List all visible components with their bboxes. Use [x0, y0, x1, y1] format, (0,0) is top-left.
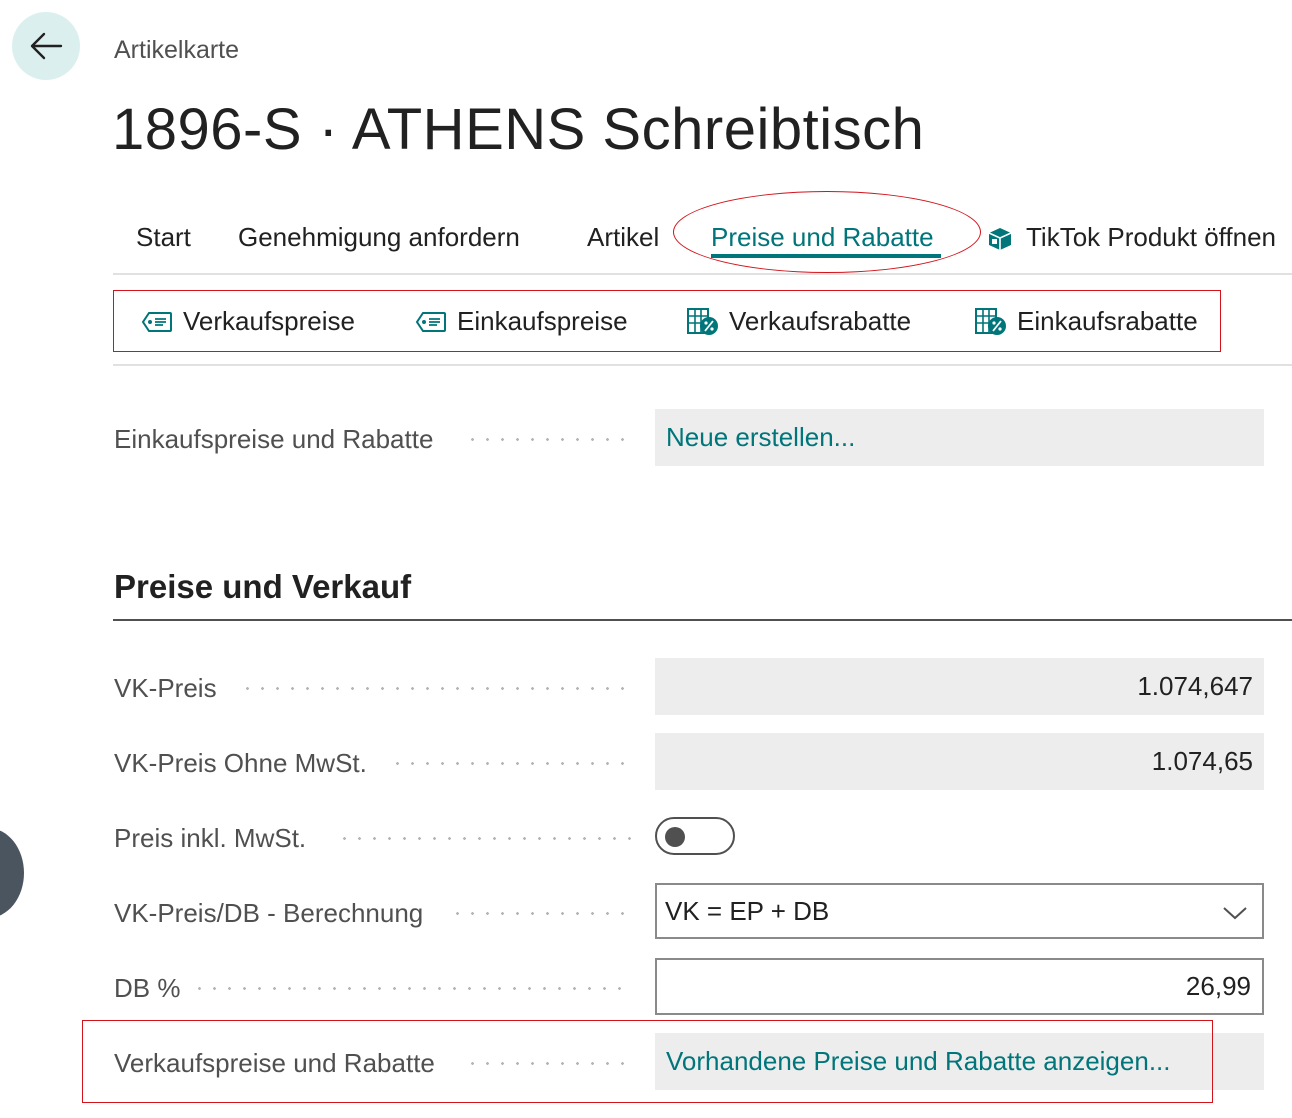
tab-tiktok-produkt-oeffnen[interactable]: TikTok Produkt öffnen — [986, 222, 1276, 253]
field-label-vk-preis: VK-Preis — [114, 673, 217, 703]
field-label-vk-preis-ohne-mwst: VK-Preis Ohne MwSt. — [114, 748, 367, 778]
action-einkaufspreise[interactable]: Einkaufspreise — [415, 306, 628, 337]
arrow-left-icon — [30, 32, 63, 60]
leader-dots — [465, 438, 633, 441]
leader-dots — [450, 912, 633, 915]
neue-erstellen-link[interactable]: Neue erstellen... — [655, 409, 1264, 466]
vk-preis-value: 1.074,647 — [655, 658, 1264, 715]
action-label: Einkaufspreise — [457, 306, 628, 336]
db-prozent-input[interactable]: 26,99 — [655, 958, 1264, 1015]
leader-dots — [240, 687, 633, 690]
action-label: Verkaufsrabatte — [729, 306, 912, 336]
annotation-rectangle-bottom — [82, 1020, 1213, 1103]
section-title: Preise und Verkauf — [114, 568, 412, 605]
leader-dots — [337, 837, 633, 840]
price-tag-icon — [141, 311, 172, 332]
back-button[interactable] — [12, 12, 80, 80]
field-label-db-prozent: DB % — [114, 973, 181, 1003]
field-label-preis-inkl-mwst: Preis inkl. MwSt. — [114, 823, 307, 853]
tab-genehmigung-anfordern[interactable]: Genehmigung anfordern — [238, 222, 520, 253]
discount-grid-icon — [975, 307, 1006, 335]
tab-artikel[interactable]: Artikel — [587, 222, 659, 253]
chevron-down-icon — [1223, 907, 1247, 920]
berechnung-selected-value: VK = EP + DB — [665, 895, 830, 926]
tab-start[interactable]: Start — [136, 222, 191, 253]
vk-preis-ohne-mwst-value: 1.074,65 — [655, 733, 1264, 790]
action-bar-divider — [113, 364, 1292, 366]
toggle-knob — [665, 827, 685, 847]
box-icon — [988, 227, 1012, 250]
section-divider — [113, 619, 1292, 621]
tab-label: TikTok Produkt öffnen — [1026, 222, 1277, 252]
action-einkaufsrabatte[interactable]: Einkaufsrabatte — [975, 306, 1198, 337]
discount-grid-icon — [687, 307, 718, 335]
action-label: Einkaufsrabatte — [1017, 306, 1198, 336]
field-label-berechnung: VK-Preis/DB - Berechnung — [114, 898, 424, 928]
action-verkaufsrabatte[interactable]: Verkaufsrabatte — [687, 306, 911, 337]
action-verkaufspreise[interactable]: Verkaufspreise — [141, 306, 355, 337]
annotation-ellipse — [673, 191, 981, 273]
field-label-einkaufspreise-und-rabatte: Einkaufspreise und Rabatte — [114, 424, 434, 454]
berechnung-select[interactable]: VK = EP + DB — [655, 883, 1264, 939]
preis-inkl-mwst-toggle[interactable] — [655, 817, 735, 855]
leader-dots — [192, 987, 633, 990]
page-title: 1896-S · ATHENS Schreibtisch — [112, 97, 925, 162]
tab-bar-divider — [113, 273, 1292, 275]
breadcrumb: Artikelkarte — [114, 36, 240, 64]
side-panel-handle[interactable] — [0, 828, 24, 918]
action-label: Verkaufspreise — [183, 306, 355, 336]
price-tag-icon — [415, 311, 446, 332]
leader-dots — [390, 762, 633, 765]
